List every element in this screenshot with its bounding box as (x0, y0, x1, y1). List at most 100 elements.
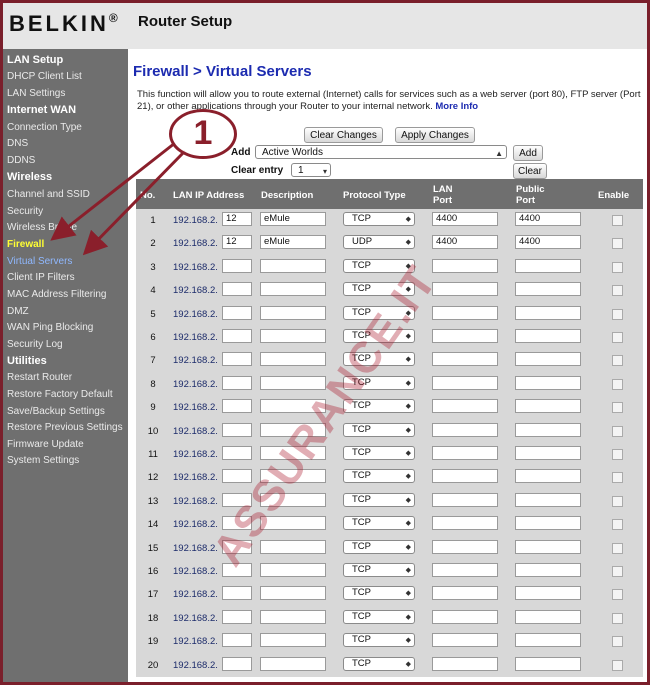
protocol-select[interactable]: TCP ◆ (343, 586, 415, 601)
lan-ip-input[interactable] (222, 492, 252, 507)
protocol-select[interactable]: TCP ◆ (343, 446, 415, 460)
enable-checkbox[interactable] (612, 612, 623, 624)
description-input[interactable]: eMule (260, 235, 326, 250)
lan-port-input[interactable] (432, 516, 498, 531)
sidebar-item-dhcp-client-list[interactable]: DHCP Client List (7, 69, 82, 84)
lan-ip-input[interactable] (222, 329, 252, 343)
description-input[interactable] (260, 516, 326, 531)
enable-checkbox[interactable] (612, 659, 623, 671)
sidebar-item-firewall[interactable]: Firewall (7, 237, 44, 252)
lan-ip-input[interactable] (222, 656, 252, 671)
lan-ip-input[interactable] (222, 469, 252, 484)
sidebar-item-connection-type[interactable]: Connection Type (7, 120, 82, 135)
description-input[interactable] (260, 539, 326, 554)
public-port-input[interactable] (515, 282, 581, 297)
enable-checkbox[interactable] (612, 449, 623, 460)
lan-port-input[interactable]: 4400 (432, 235, 498, 250)
lan-port-input[interactable] (432, 469, 498, 484)
public-port-input[interactable] (515, 352, 581, 367)
sidebar-item-save-backup-settings[interactable]: Save/Backup Settings (7, 404, 105, 419)
enable-checkbox[interactable] (612, 261, 623, 273)
lan-port-input[interactable] (432, 586, 498, 601)
enable-checkbox[interactable] (612, 332, 623, 343)
enable-checkbox[interactable] (612, 589, 623, 601)
description-input[interactable] (260, 399, 326, 414)
protocol-select[interactable]: TCP ◆ (343, 329, 415, 343)
public-port-input[interactable] (515, 633, 581, 648)
public-port-input[interactable] (515, 305, 581, 320)
description-input[interactable] (260, 633, 326, 648)
add-button[interactable]: Add (513, 145, 543, 161)
description-input[interactable] (260, 492, 326, 507)
lan-port-input[interactable] (432, 352, 498, 367)
sidebar-item-security-log[interactable]: Security Log (7, 337, 63, 352)
enable-checkbox[interactable] (612, 402, 623, 414)
public-port-input[interactable] (515, 469, 581, 484)
lan-ip-input[interactable] (222, 422, 252, 437)
lan-ip-input[interactable] (222, 375, 252, 390)
lan-port-input[interactable] (432, 656, 498, 671)
lan-ip-input[interactable] (222, 633, 252, 648)
enable-checkbox[interactable] (612, 238, 623, 250)
sidebar-item-wireless-bridge[interactable]: Wireless Bridge (7, 220, 77, 235)
public-port-input[interactable] (515, 399, 581, 414)
sidebar-item-virtual-servers[interactable]: Virtual Servers (7, 254, 72, 269)
protocol-select[interactable]: TCP ◆ (343, 399, 415, 414)
lan-port-input[interactable] (432, 282, 498, 297)
protocol-select[interactable]: TCP ◆ (343, 656, 415, 671)
public-port-input[interactable] (515, 586, 581, 601)
enable-checkbox[interactable] (612, 472, 623, 484)
public-port-input[interactable] (515, 375, 581, 390)
description-input[interactable] (260, 329, 326, 343)
sidebar-item-client-ip-filters[interactable]: Client IP Filters (7, 270, 75, 285)
protocol-select[interactable]: TCP ◆ (343, 492, 415, 507)
lan-ip-input[interactable] (222, 352, 252, 367)
public-port-input[interactable]: 4400 (515, 212, 581, 226)
sidebar-item-dns[interactable]: DNS (7, 136, 28, 151)
clear-changes-button[interactable]: Clear Changes (304, 127, 383, 143)
protocol-select[interactable]: TCP ◆ (343, 212, 415, 226)
sidebar-item-restart-router[interactable]: Restart Router (7, 370, 72, 385)
lan-port-input[interactable] (432, 492, 498, 507)
protocol-select[interactable]: TCP ◆ (343, 469, 415, 484)
more-info-link[interactable]: More Info (435, 101, 478, 112)
sidebar-item-lan-settings[interactable]: LAN Settings (7, 86, 65, 101)
lan-port-input[interactable] (432, 305, 498, 320)
description-input[interactable]: eMule (260, 212, 326, 226)
public-port-input[interactable] (515, 516, 581, 531)
protocol-select[interactable]: TCP ◆ (343, 516, 415, 531)
public-port-input[interactable] (515, 656, 581, 671)
description-input[interactable] (260, 305, 326, 320)
enable-checkbox[interactable] (612, 566, 623, 577)
public-port-input[interactable] (515, 539, 581, 554)
lan-port-input[interactable] (432, 539, 498, 554)
public-port-input[interactable] (515, 492, 581, 507)
protocol-select[interactable]: TCP ◆ (343, 539, 415, 554)
sidebar-item-wan-ping-blocking[interactable]: WAN Ping Blocking (7, 320, 93, 335)
public-port-input[interactable] (515, 258, 581, 273)
public-port-input[interactable]: 4400 (515, 235, 581, 250)
lan-ip-input[interactable] (222, 305, 252, 320)
enable-checkbox[interactable] (612, 308, 623, 320)
sidebar-item-dmz[interactable]: DMZ (7, 304, 29, 319)
public-port-input[interactable] (515, 609, 581, 624)
apply-changes-button[interactable]: Apply Changes (395, 127, 475, 143)
lan-port-input[interactable] (432, 609, 498, 624)
sidebar-item-restore-previous-settings[interactable]: Restore Previous Settings (7, 420, 123, 435)
enable-checkbox[interactable] (612, 215, 623, 226)
sidebar-item-ddns[interactable]: DDNS (7, 153, 35, 168)
clear-entry-select[interactable]: 1 ▾ (291, 163, 331, 177)
lan-ip-input[interactable] (222, 282, 252, 297)
lan-port-input[interactable] (432, 422, 498, 437)
sidebar-item-firmware-update[interactable]: Firmware Update (7, 437, 84, 452)
description-input[interactable] (260, 446, 326, 460)
enable-checkbox[interactable] (612, 425, 623, 437)
sidebar-item-channel-and-ssid[interactable]: Channel and SSID (7, 187, 90, 202)
lan-ip-input[interactable] (222, 539, 252, 554)
lan-ip-input[interactable] (222, 399, 252, 414)
description-input[interactable] (260, 469, 326, 484)
enable-checkbox[interactable] (612, 519, 623, 531)
lan-ip-input[interactable] (222, 516, 252, 531)
description-input[interactable] (260, 656, 326, 671)
lan-port-input[interactable] (432, 399, 498, 414)
